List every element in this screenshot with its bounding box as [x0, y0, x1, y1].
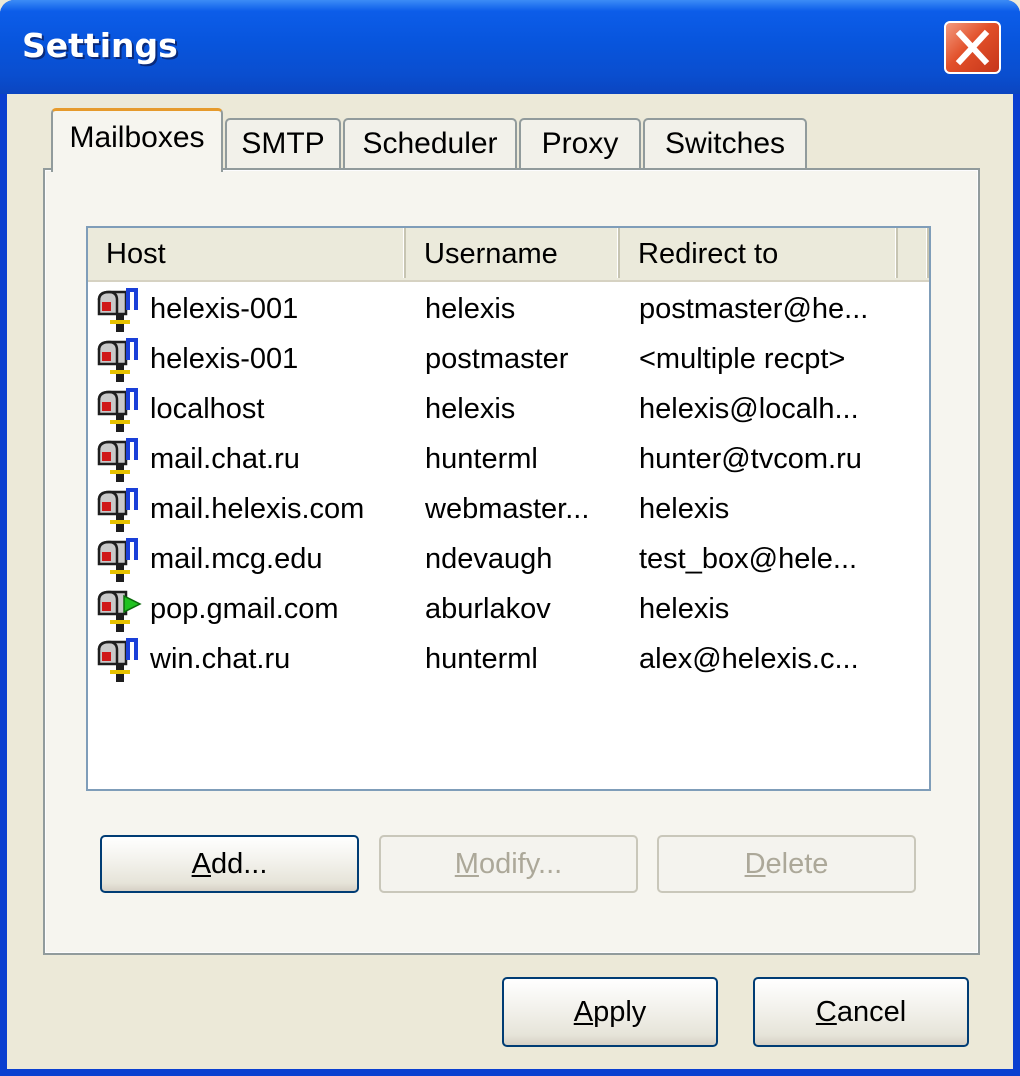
- close-icon: [955, 29, 990, 66]
- apply-button-label: pply: [593, 996, 647, 1028]
- mailbox-flag-icon: [96, 636, 142, 682]
- cancel-button-mnemonic: C: [815, 996, 837, 1028]
- cell-redirect: helexis: [639, 493, 730, 525]
- modify-button-label: odify...: [478, 848, 563, 880]
- tab-mailboxes[interactable]: Mailboxes: [51, 108, 223, 172]
- cell-username: helexis: [425, 293, 516, 325]
- cell-redirect: test_box@hele...: [639, 543, 858, 575]
- cell-host: mail.chat.ru: [150, 443, 300, 475]
- list-item[interactable]: mail.mcg.edu ndevaugh test_box@hele...: [88, 534, 929, 584]
- cell-host: localhost: [150, 393, 265, 425]
- column-header-username[interactable]: Username: [406, 228, 620, 278]
- column-header-redirect[interactable]: Redirect to: [620, 228, 898, 278]
- list-item[interactable]: mail.helexis.com webmaster... helexis: [88, 484, 929, 534]
- cell-host: mail.helexis.com: [150, 493, 365, 525]
- cell-redirect: hunter@tvcom.ru: [639, 443, 862, 475]
- window-title: Settings: [22, 26, 178, 65]
- mailbox-flag-icon: [96, 486, 142, 532]
- settings-window: Settings Mailboxes SMTP Scheduler Proxy …: [0, 0, 1020, 1076]
- cancel-button-label: ancel: [836, 996, 907, 1028]
- cell-host: helexis-001: [150, 343, 299, 375]
- cell-redirect: <multiple recpt>: [639, 343, 846, 375]
- column-header-host[interactable]: Host: [88, 228, 406, 278]
- list-item[interactable]: pop.gmail.com aburlakov helexis: [88, 584, 929, 634]
- cell-username: hunterml: [425, 643, 538, 675]
- cell-username: webmaster...: [425, 493, 590, 525]
- dialog-client-area: Mailboxes SMTP Scheduler Proxy Switches …: [7, 94, 1013, 1069]
- list-header: Host Username Redirect to: [88, 228, 929, 282]
- mailbox-flag-icon: [96, 286, 142, 332]
- cancel-button[interactable]: Cancel: [753, 977, 969, 1047]
- mailbox-list[interactable]: Host Username Redirect to helexis-001 hel…: [86, 226, 931, 791]
- mailbox-flag-icon: [96, 436, 142, 482]
- cell-username: ndevaugh: [425, 543, 553, 575]
- list-item[interactable]: mail.chat.ru hunterml hunter@tvcom.ru: [88, 434, 929, 484]
- cell-username: hunterml: [425, 443, 538, 475]
- cell-username: postmaster: [425, 343, 569, 375]
- modify-button[interactable]: Modify...: [379, 835, 638, 893]
- list-item[interactable]: win.chat.ru hunterml alex@helexis.c...: [88, 634, 929, 684]
- mailbox-play-icon: [96, 586, 142, 632]
- mailbox-flag-icon: [96, 386, 142, 432]
- mailbox-flag-icon: [96, 536, 142, 582]
- delete-button[interactable]: Delete: [657, 835, 916, 893]
- cell-host: mail.mcg.edu: [150, 543, 323, 575]
- apply-button-mnemonic: A: [573, 996, 594, 1028]
- mailbox-flag-icon: [96, 336, 142, 382]
- title-bar[interactable]: Settings: [0, 0, 1020, 94]
- tab-smtp[interactable]: SMTP: [225, 118, 341, 170]
- cell-host: pop.gmail.com: [150, 593, 339, 625]
- cell-host: win.chat.ru: [150, 643, 291, 675]
- delete-button-label: elete: [765, 848, 829, 880]
- cell-host: helexis-001: [150, 293, 299, 325]
- tab-scheduler[interactable]: Scheduler: [343, 118, 517, 170]
- tab-switches[interactable]: Switches: [643, 118, 807, 170]
- list-item[interactable]: localhost helexis helexis@localh...: [88, 384, 929, 434]
- cell-username: helexis: [425, 393, 516, 425]
- cell-redirect: postmaster@he...: [639, 293, 869, 325]
- apply-button[interactable]: Apply: [502, 977, 718, 1047]
- tab-proxy[interactable]: Proxy: [519, 118, 641, 170]
- add-button-mnemonic: A: [191, 848, 211, 880]
- close-button[interactable]: [944, 21, 1001, 74]
- add-button-label: dd...: [210, 848, 268, 880]
- list-item[interactable]: helexis-001 postmaster <multiple recpt>: [88, 334, 929, 384]
- cell-username: aburlakov: [425, 593, 551, 625]
- cell-redirect: helexis@localh...: [639, 393, 859, 425]
- cell-redirect: alex@helexis.c...: [639, 643, 859, 675]
- modify-button-mnemonic: M: [454, 848, 479, 880]
- list-item[interactable]: helexis-001 helexis postmaster@he...: [88, 284, 929, 334]
- column-header-filler: [898, 228, 929, 278]
- cell-redirect: helexis: [639, 593, 730, 625]
- delete-button-mnemonic: D: [744, 848, 766, 880]
- add-button[interactable]: Add...: [100, 835, 359, 893]
